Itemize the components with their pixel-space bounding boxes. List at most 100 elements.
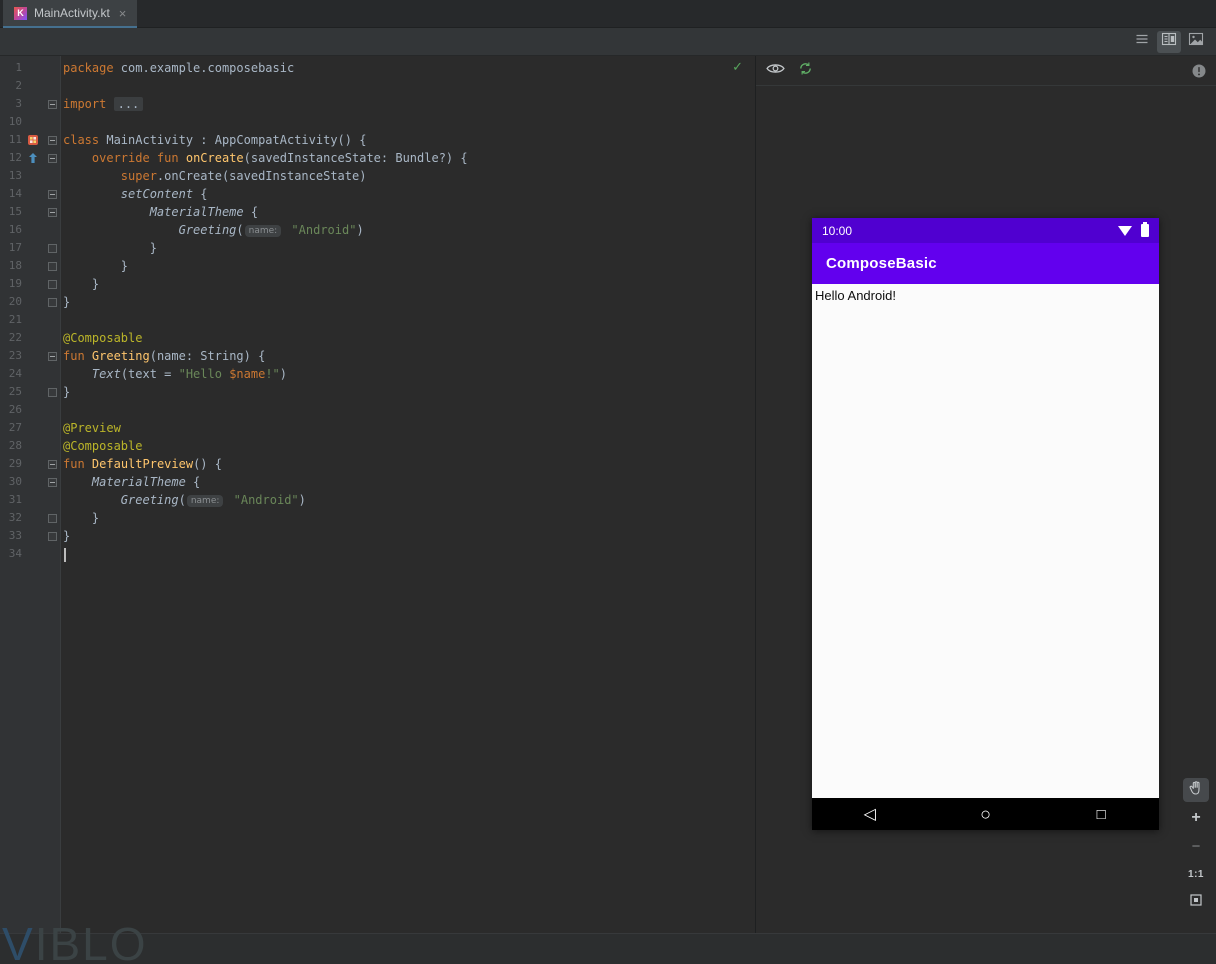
line-number[interactable]: 24 xyxy=(0,365,22,383)
line-number[interactable]: 30 xyxy=(0,473,22,491)
code-line[interactable]: 26 xyxy=(0,401,755,419)
fold-end-icon[interactable] xyxy=(48,261,57,271)
code-text[interactable]: fun Greeting(name: String) { xyxy=(61,347,265,365)
line-number[interactable]: 17 xyxy=(0,239,22,257)
code-text[interactable]: Greeting(name: "Android") xyxy=(61,221,364,240)
code-line[interactable]: 15 MaterialTheme { xyxy=(0,203,755,221)
split-view-button[interactable] xyxy=(1157,30,1181,53)
run-app-gutter-icon[interactable] xyxy=(22,131,44,149)
code-line[interactable]: 12 override fun onCreate(savedInstanceSt… xyxy=(0,149,755,167)
code-text[interactable]: fun DefaultPreview() { xyxy=(61,455,222,473)
tab-close-icon[interactable]: × xyxy=(119,7,127,20)
line-number[interactable]: 20 xyxy=(0,293,22,311)
fold-collapse-icon[interactable] xyxy=(48,153,57,163)
code-text[interactable]: } xyxy=(61,383,70,401)
code-line[interactable]: 16 Greeting(name: "Android") xyxy=(0,221,755,239)
fold-collapse-icon[interactable] xyxy=(48,207,57,217)
code-line[interactable]: 14 setContent { xyxy=(0,185,755,203)
code-line[interactable]: 22 @Composable xyxy=(0,329,755,347)
preview-refresh-button[interactable] xyxy=(798,61,813,81)
line-number[interactable]: 18 xyxy=(0,257,22,275)
code-line[interactable]: 3 import ... xyxy=(0,95,755,113)
code-line[interactable]: 33} xyxy=(0,527,755,545)
code-text[interactable]: setContent { xyxy=(61,185,208,203)
code-text[interactable]: override fun onCreate(savedInstanceState… xyxy=(61,149,468,167)
code-text[interactable]: } xyxy=(61,239,157,257)
code-text[interactable]: } xyxy=(61,275,99,293)
line-number[interactable]: 32 xyxy=(0,509,22,527)
line-number[interactable]: 26 xyxy=(0,401,22,419)
fold-end-icon[interactable] xyxy=(48,531,57,541)
design-view-button[interactable] xyxy=(1184,31,1208,53)
zoom-ratio-button[interactable]: 1:1 xyxy=(1183,862,1209,886)
fold-marker[interactable] xyxy=(44,275,61,293)
line-number[interactable]: 12 xyxy=(0,149,22,167)
code-text[interactable]: MaterialTheme { xyxy=(61,473,200,491)
fold-marker[interactable] xyxy=(44,455,61,473)
fold-end-icon[interactable] xyxy=(48,387,57,397)
fold-marker[interactable] xyxy=(44,95,61,113)
code-line[interactable]: 18 } xyxy=(0,257,755,275)
pan-button[interactable] xyxy=(1183,778,1209,802)
tab-mainactivity[interactable]: K MainActivity.kt × xyxy=(3,0,138,28)
fold-collapse-icon[interactable] xyxy=(48,459,57,469)
code-text[interactable]: import ... xyxy=(61,95,144,113)
line-number[interactable]: 11 xyxy=(0,131,22,149)
code-line[interactable]: 10 xyxy=(0,113,755,131)
fold-marker[interactable] xyxy=(44,347,61,365)
code-line[interactable]: 24 Text(text = "Hello $name!") xyxy=(0,365,755,383)
code-line[interactable]: 31 Greeting(name: "Android") xyxy=(0,491,755,509)
line-number[interactable]: 2 xyxy=(0,77,22,95)
fold-marker[interactable] xyxy=(44,149,61,167)
fold-marker[interactable] xyxy=(44,257,61,275)
line-number[interactable]: 10 xyxy=(0,113,22,131)
line-number[interactable]: 21 xyxy=(0,311,22,329)
code-line[interactable]: 13 super.onCreate(savedInstanceState) xyxy=(0,167,755,185)
fold-end-icon[interactable] xyxy=(48,279,57,289)
line-number[interactable]: 1 xyxy=(0,59,22,77)
line-number[interactable]: 15 xyxy=(0,203,22,221)
fold-collapse-icon[interactable] xyxy=(48,189,57,199)
line-number[interactable]: 22 xyxy=(0,329,22,347)
line-number[interactable]: 34 xyxy=(0,545,22,563)
code-text[interactable]: } xyxy=(61,509,99,527)
code-line[interactable]: 23 fun Greeting(name: String) { xyxy=(0,347,755,365)
code-line[interactable]: 30 MaterialTheme { xyxy=(0,473,755,491)
line-number[interactable]: 27 xyxy=(0,419,22,437)
code-text[interactable]: } xyxy=(61,527,70,545)
code-text[interactable]: package com.example.composebasic xyxy=(61,59,294,77)
fold-marker[interactable] xyxy=(44,293,61,311)
code-line[interactable]: 19 } xyxy=(0,275,755,293)
code-line[interactable]: 2 xyxy=(0,77,755,95)
fold-end-icon[interactable] xyxy=(48,513,57,523)
override-method-gutter-icon[interactable] xyxy=(22,149,44,167)
code-editor[interactable]: 1 package com.example.composebasic 2 3 impor… xyxy=(0,56,756,933)
inspection-ok-icon[interactable]: ✓ xyxy=(732,59,743,75)
code-line[interactable]: 34 xyxy=(0,545,755,563)
code-text[interactable]: MaterialTheme { xyxy=(61,203,258,221)
zoom-fit-button[interactable] xyxy=(1183,890,1209,914)
zoom-in-button[interactable]: + xyxy=(1183,806,1209,830)
code-line[interactable]: 11 class MainActivity : AppCompatActivity… xyxy=(0,131,755,149)
code-line[interactable]: 25} xyxy=(0,383,755,401)
code-line[interactable]: 17 } xyxy=(0,239,755,257)
line-number[interactable]: 25 xyxy=(0,383,22,401)
code-line[interactable]: 28 @Composable xyxy=(0,437,755,455)
line-number[interactable]: 31 xyxy=(0,491,22,509)
code-text[interactable]: Text(text = "Hello $name!") xyxy=(61,365,287,383)
code-text[interactable]: super.onCreate(savedInstanceState) xyxy=(61,167,367,185)
fold-collapse-icon[interactable] xyxy=(48,351,57,361)
fold-marker[interactable] xyxy=(44,509,61,527)
fold-marker[interactable] xyxy=(44,239,61,257)
fold-marker[interactable] xyxy=(44,473,61,491)
code-text[interactable]: } xyxy=(61,257,128,275)
code-text[interactable]: Greeting(name: "Android") xyxy=(61,491,306,510)
code-text[interactable]: @Composable xyxy=(61,437,142,455)
fold-end-icon[interactable] xyxy=(48,243,57,253)
line-number[interactable]: 23 xyxy=(0,347,22,365)
preview-issues-button[interactable] xyxy=(1192,64,1206,83)
code-line[interactable]: 27 @Preview xyxy=(0,419,755,437)
line-number[interactable]: 14 xyxy=(0,185,22,203)
zoom-out-button[interactable]: − xyxy=(1183,834,1209,858)
fold-end-icon[interactable] xyxy=(48,297,57,307)
